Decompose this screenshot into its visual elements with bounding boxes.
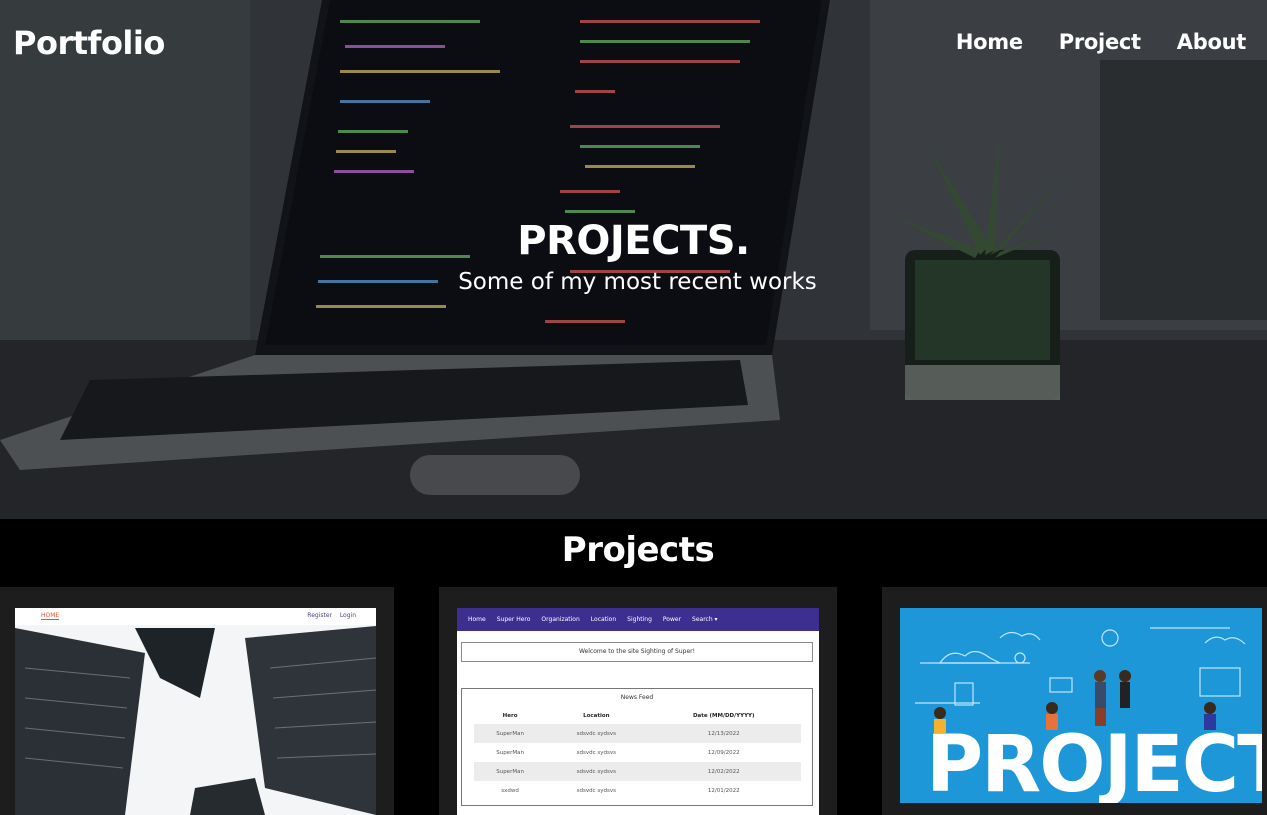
news-feed-table: Hero Location Date (MM/DD/YYYY) SuperMan… (474, 708, 801, 800)
nav-project[interactable]: Project (1059, 30, 1141, 54)
hero-title: PROJECTS. (517, 218, 750, 264)
hero-banner: Portfolio Home Project About PROJECTS. S… (0, 0, 1267, 519)
skyscraper-image (15, 608, 376, 815)
thumb-nav-item: Super Hero (496, 616, 531, 623)
table-cell: 12/09/2022 (707, 749, 740, 756)
column-header: Location (583, 713, 610, 719)
nav-home[interactable]: Home (956, 30, 1023, 54)
table-cell: 12/02/2022 (646, 762, 801, 781)
news-feed-panel: News Feed Hero Location Date (MM/DD/YYYY… (461, 688, 813, 806)
table-cell: 12/13/2022 (646, 724, 801, 743)
table-cell: 12/01/2022 (707, 787, 740, 794)
project-word-art: PROJECT (926, 720, 1262, 803)
project-card[interactable]: Home Super Hero Organization Location Si… (439, 587, 837, 815)
table-row: sxdwd sdsvdc sydsvs 12/01/2022 (474, 781, 801, 800)
brand-logo[interactable]: Portfolio (13, 24, 165, 62)
thumb-nav-item: Organization (541, 616, 580, 623)
thumb-nav-item: Home (468, 616, 486, 623)
table-row: SuperMan sdsvdc sydsvs 12/13/2022 (474, 724, 801, 743)
column-header: Date (MM/DD/YYYY) (692, 713, 755, 719)
thumb-nav-login: Login (339, 612, 356, 619)
thumb-nav-item: Sighting (627, 616, 652, 623)
table-cell: SuperMan (474, 762, 547, 781)
thumb-nav-item: Search ▾ (692, 616, 718, 623)
project-card[interactable]: HOME Register Login (0, 587, 394, 815)
hero-subtitle: Some of my most recent works (458, 269, 817, 295)
thumbnail-navbar: Home Super Hero Organization Location Si… (457, 608, 819, 631)
table-cell: sdsvdc sydsvs (546, 724, 647, 743)
nav-about[interactable]: About (1177, 30, 1247, 54)
project-thumbnail[interactable]: Home Super Hero Organization Location Si… (457, 608, 819, 815)
thumb-nav-register: Register (307, 612, 332, 619)
table-row: SuperMan sdsvdc sydsvs 12/02/2022 (474, 762, 801, 781)
table-cell: sdsvdc sydsvs (576, 787, 617, 794)
project-card[interactable]: PROJECT (882, 587, 1267, 815)
main-nav: Home Project About (956, 30, 1246, 54)
projects-heading: Projects (561, 530, 715, 570)
news-feed-title: News Feed (620, 694, 654, 701)
welcome-banner: Welcome to the site Sighting of Super! (461, 642, 813, 662)
table-cell: sdsvdc sydsvs (576, 749, 617, 756)
table-row: SuperMan sdsvdc sydsvs 12/09/2022 (474, 743, 801, 762)
project-thumbnail[interactable]: HOME Register Login (15, 608, 376, 815)
column-header: Hero (502, 713, 518, 719)
thumb-nav-home: HOME (41, 612, 60, 620)
table-cell: sdsvdc sydsvs (546, 762, 647, 781)
project-thumbnail[interactable]: PROJECT (900, 608, 1262, 803)
table-cell: SuperMan (496, 749, 524, 756)
table-cell: sxdwd (501, 787, 519, 794)
thumbnail-navbar: HOME Register Login (15, 608, 376, 625)
thumb-nav-item: Location (590, 616, 617, 623)
table-cell: SuperMan (474, 724, 547, 743)
thumb-nav-item: Power (662, 616, 682, 623)
